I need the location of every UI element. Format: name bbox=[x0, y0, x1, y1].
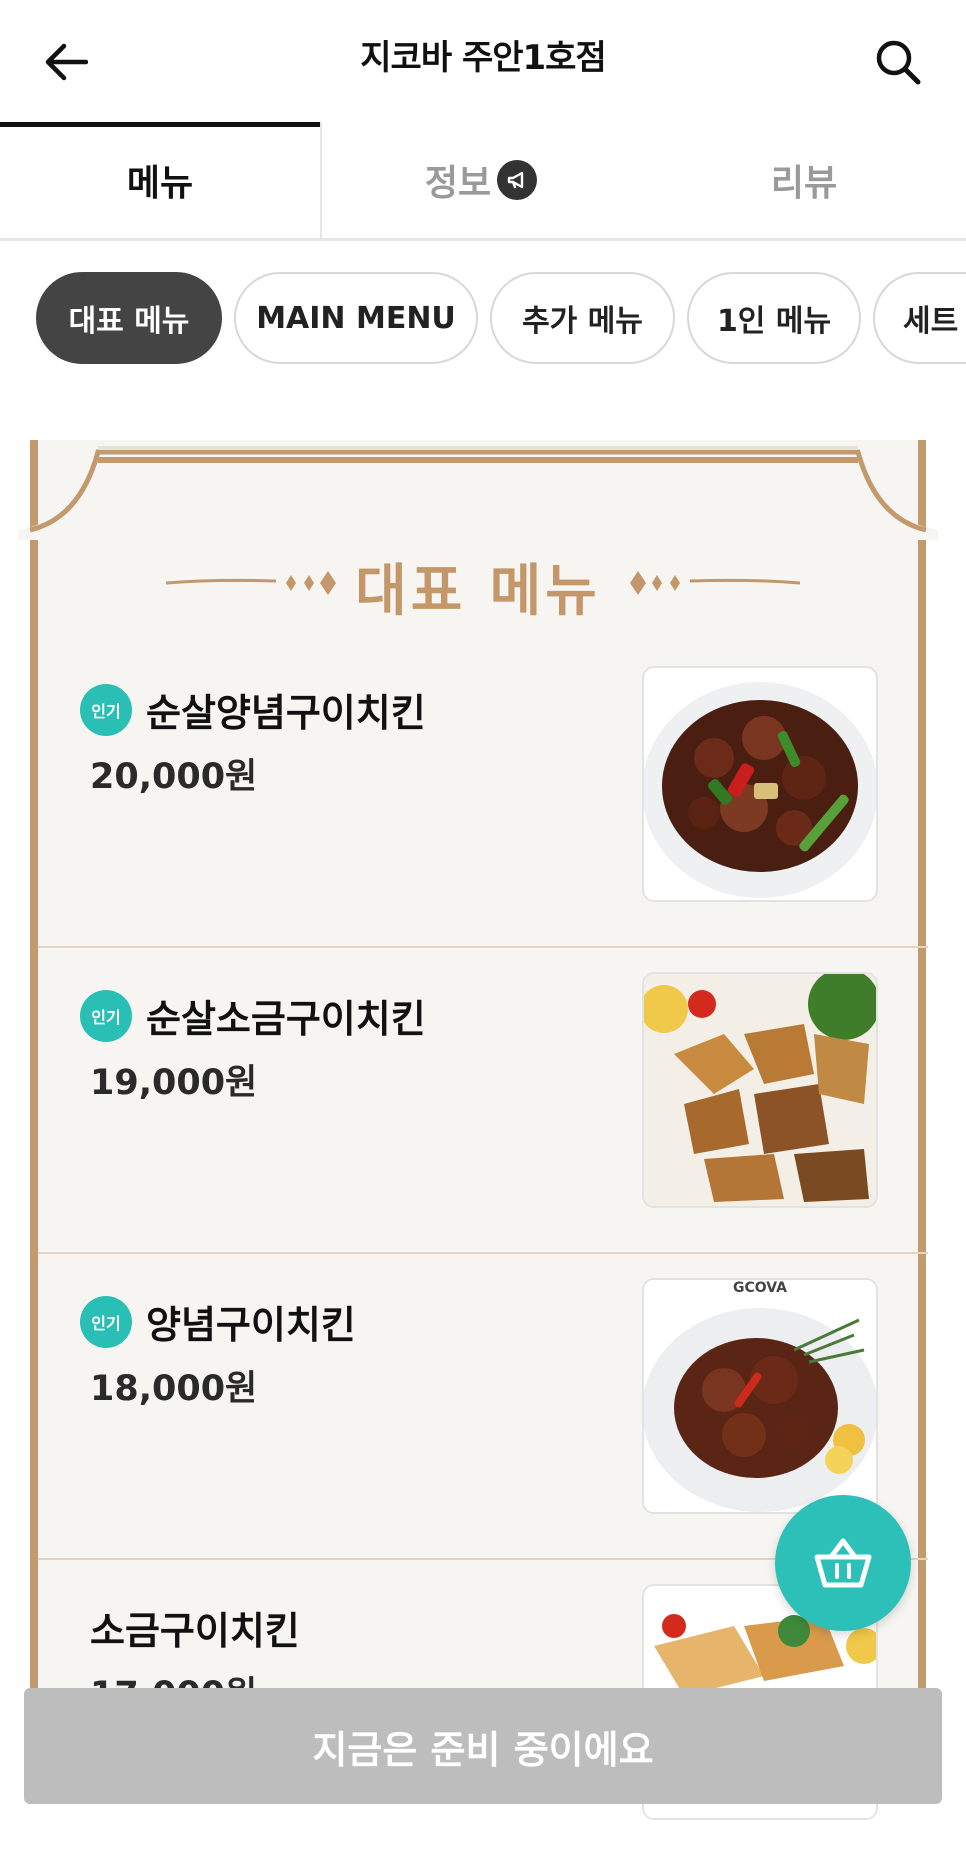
order-status-button[interactable]: 지금은 준비 중이에요 bbox=[24, 1688, 942, 1804]
store-title: 지코바 주안1호점 bbox=[360, 38, 606, 78]
cart-button[interactable] bbox=[775, 1495, 911, 1631]
tab-review[interactable]: 리뷰 bbox=[642, 122, 966, 238]
tab-menu[interactable]: 메뉴 bbox=[0, 122, 322, 238]
menu-item-price: 19,000원 bbox=[90, 1063, 258, 1103]
chip-main-menu[interactable]: MAIN MENU bbox=[234, 272, 478, 364]
chip-set-menu[interactable]: 세트 bbox=[873, 272, 966, 364]
app-header: 지코바 주안1호점 bbox=[0, 0, 966, 120]
chip-single-menu[interactable]: 1인 메뉴 bbox=[687, 272, 861, 364]
menu-item[interactable]: 인기 순살소금구이치킨 19,000원 bbox=[38, 946, 928, 1254]
menu-item-price: 20,000원 bbox=[90, 757, 258, 797]
chip-label: 1인 메뉴 bbox=[716, 304, 832, 339]
section-header: 대표 메뉴 bbox=[18, 540, 938, 624]
chip-label: 추가 메뉴 bbox=[522, 304, 643, 339]
chip-signature[interactable]: 대표 메뉴 bbox=[36, 272, 222, 364]
chip-label: MAIN MENU bbox=[256, 300, 456, 336]
search-icon bbox=[876, 40, 921, 85]
chip-label: 세트 bbox=[903, 304, 959, 339]
menu-item-name: 순살소금구이치킨 bbox=[146, 997, 426, 1041]
menu-item[interactable]: 인기 순살양념구이치킨 20,000원 bbox=[38, 640, 928, 948]
category-chips: 대표 메뉴 MAIN MENU 추가 메뉴 1인 메뉴 세트 bbox=[0, 272, 966, 368]
popular-badge: 인기 bbox=[80, 1296, 132, 1348]
tab-menu-label: 메뉴 bbox=[126, 163, 194, 204]
menu-item-photo: GCOVA bbox=[642, 1278, 878, 1514]
chip-label: 대표 메뉴 bbox=[68, 304, 190, 339]
divider-right-ornament bbox=[630, 571, 801, 595]
chip-extra-menu[interactable]: 추가 메뉴 bbox=[490, 272, 675, 364]
basket-icon bbox=[814, 1538, 872, 1588]
paper-ornament-top bbox=[18, 446, 938, 540]
menu-item-price: 18,000원 bbox=[90, 1369, 258, 1409]
tab-info-label: 정보 bbox=[424, 163, 492, 204]
menu-item-name: 소금구이치킨 bbox=[90, 1609, 300, 1653]
photo-watermark: GCOVA bbox=[732, 1280, 787, 1296]
tab-review-label: 리뷰 bbox=[770, 163, 838, 204]
megaphone-icon bbox=[497, 160, 538, 200]
popular-badge: 인기 bbox=[80, 684, 132, 736]
search-button[interactable] bbox=[866, 30, 930, 94]
menu-item-photo bbox=[642, 972, 878, 1208]
store-tabs: 메뉴 정보 리뷰 bbox=[0, 122, 966, 241]
tab-info[interactable]: 정보 bbox=[320, 122, 642, 238]
menu-item-photo bbox=[642, 666, 878, 902]
menu-item-name: 순살양념구이치킨 bbox=[146, 691, 426, 735]
menu-item-name: 양념구이치킨 bbox=[146, 1303, 356, 1347]
popular-badge: 인기 bbox=[80, 990, 132, 1042]
